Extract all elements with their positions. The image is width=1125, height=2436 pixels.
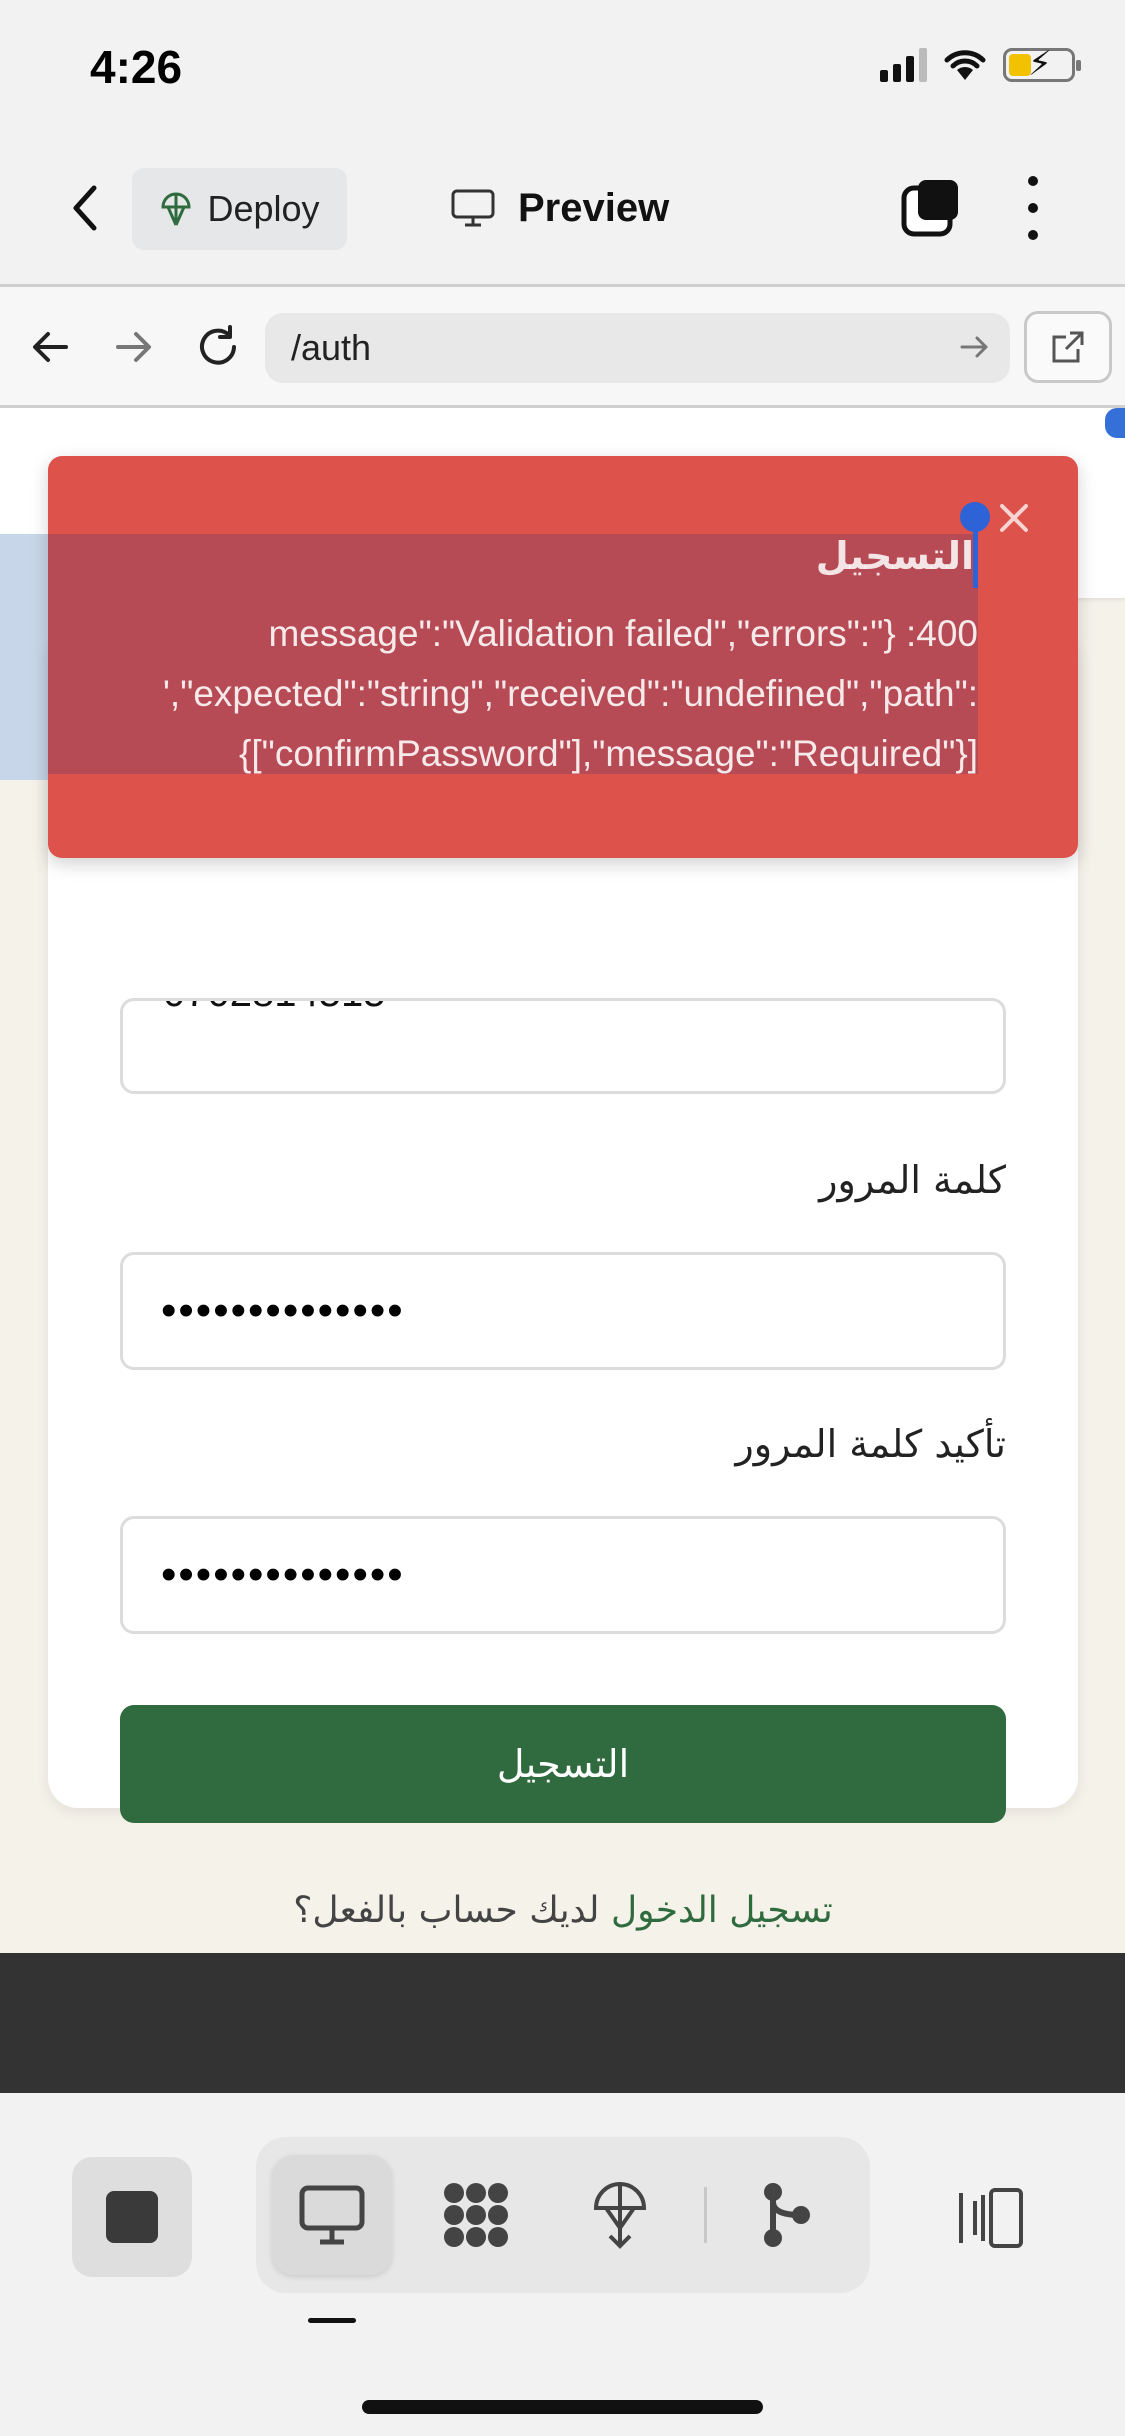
deploy-icon bbox=[593, 2182, 647, 2249]
app-header: Deploy Preview bbox=[0, 140, 1125, 280]
deploy-icon bbox=[161, 192, 191, 226]
back-button[interactable] bbox=[60, 178, 110, 238]
tool-group bbox=[256, 2137, 870, 2293]
toast-message-line: ',"expected":"string","received":"undefi… bbox=[162, 673, 978, 714]
branch-icon bbox=[764, 2183, 810, 2247]
url-field[interactable]: /auth bbox=[265, 313, 1010, 383]
site-footer bbox=[0, 1953, 1125, 2093]
active-tab-indicator bbox=[308, 2318, 356, 2323]
toast-message: message":"Validation failed","errors":"}… bbox=[48, 604, 978, 784]
external-link-icon bbox=[1052, 331, 1084, 363]
desktop-icon bbox=[299, 2185, 365, 2245]
desktop-tool-button[interactable] bbox=[272, 2155, 392, 2275]
confirm-password-field[interactable]: •••••••••••••• bbox=[120, 1516, 1006, 1634]
preview-label: Preview bbox=[518, 185, 670, 230]
error-toast: التسجيل message":"Validation failed","er… bbox=[48, 456, 1078, 858]
home-indicator bbox=[362, 2400, 763, 2414]
battery-icon: ⚡ bbox=[1003, 47, 1081, 82]
toast-message-line: {["confirmPassword"],"message":"Required… bbox=[239, 733, 978, 774]
phone-field[interactable]: 0702814515 bbox=[120, 998, 1006, 1094]
open-external-button[interactable] bbox=[1024, 311, 1112, 383]
more-icon[interactable] bbox=[1018, 176, 1048, 240]
register-button[interactable]: التسجيل bbox=[120, 1705, 1006, 1823]
deploy-tool-button[interactable] bbox=[560, 2155, 680, 2275]
tabs-icon bbox=[901, 180, 958, 237]
password-field[interactable]: •••••••••••••• bbox=[120, 1252, 1006, 1370]
panel-toggle-button[interactable] bbox=[950, 2163, 1030, 2273]
deploy-button[interactable]: Deploy bbox=[132, 168, 347, 250]
reload-icon bbox=[200, 325, 236, 365]
monitor-icon bbox=[451, 189, 495, 227]
login-link[interactable]: تسجيل الدخول bbox=[611, 1890, 833, 1931]
go-arrow-icon[interactable] bbox=[960, 327, 990, 367]
status-icons: ⚡ bbox=[880, 47, 1081, 82]
panel-icon bbox=[959, 2188, 1023, 2248]
deploy-label: Deploy bbox=[207, 188, 320, 229]
browser-forward-button[interactable] bbox=[104, 317, 164, 377]
close-icon[interactable] bbox=[994, 498, 1034, 538]
scroll-indicator bbox=[1105, 408, 1125, 438]
bottom-toolbar bbox=[0, 2093, 1125, 2436]
password-label: كلمة المرور bbox=[819, 1158, 1006, 1202]
apps-tool-button[interactable] bbox=[416, 2155, 536, 2275]
apps-icon bbox=[444, 2183, 508, 2247]
preview-title: Preview bbox=[450, 178, 669, 238]
status-time: 4:26 bbox=[90, 41, 183, 93]
stop-icon bbox=[106, 2191, 158, 2243]
browser-back-button[interactable] bbox=[20, 317, 80, 377]
chevron-left-icon bbox=[73, 185, 97, 231]
arrow-left-icon bbox=[33, 332, 68, 362]
branch-tool-button[interactable] bbox=[726, 2155, 846, 2275]
phone-value: 0702814515 bbox=[163, 1001, 385, 1016]
url-text: /auth bbox=[291, 327, 372, 368]
stop-button[interactable] bbox=[72, 2157, 192, 2277]
arrow-right-icon bbox=[116, 332, 151, 362]
selection-caret bbox=[973, 526, 978, 588]
divider bbox=[704, 2187, 707, 2243]
browser-bar: /auth bbox=[0, 284, 1125, 408]
tabs-button[interactable] bbox=[900, 178, 960, 238]
toast-title: التسجيل bbox=[815, 534, 974, 578]
wifi-icon bbox=[944, 50, 986, 80]
have-account-text: لديك حساب بالفعل؟ bbox=[293, 1890, 600, 1931]
signal-icon bbox=[880, 48, 927, 82]
login-prompt: تسجيل الدخول لديك حساب بالفعل؟ bbox=[48, 1890, 1078, 1931]
toast-message-line: message":"Validation failed","errors":"}… bbox=[268, 613, 978, 654]
reload-button[interactable] bbox=[188, 317, 248, 377]
confirm-password-label: تأكيد كلمة المرور bbox=[735, 1422, 1006, 1466]
